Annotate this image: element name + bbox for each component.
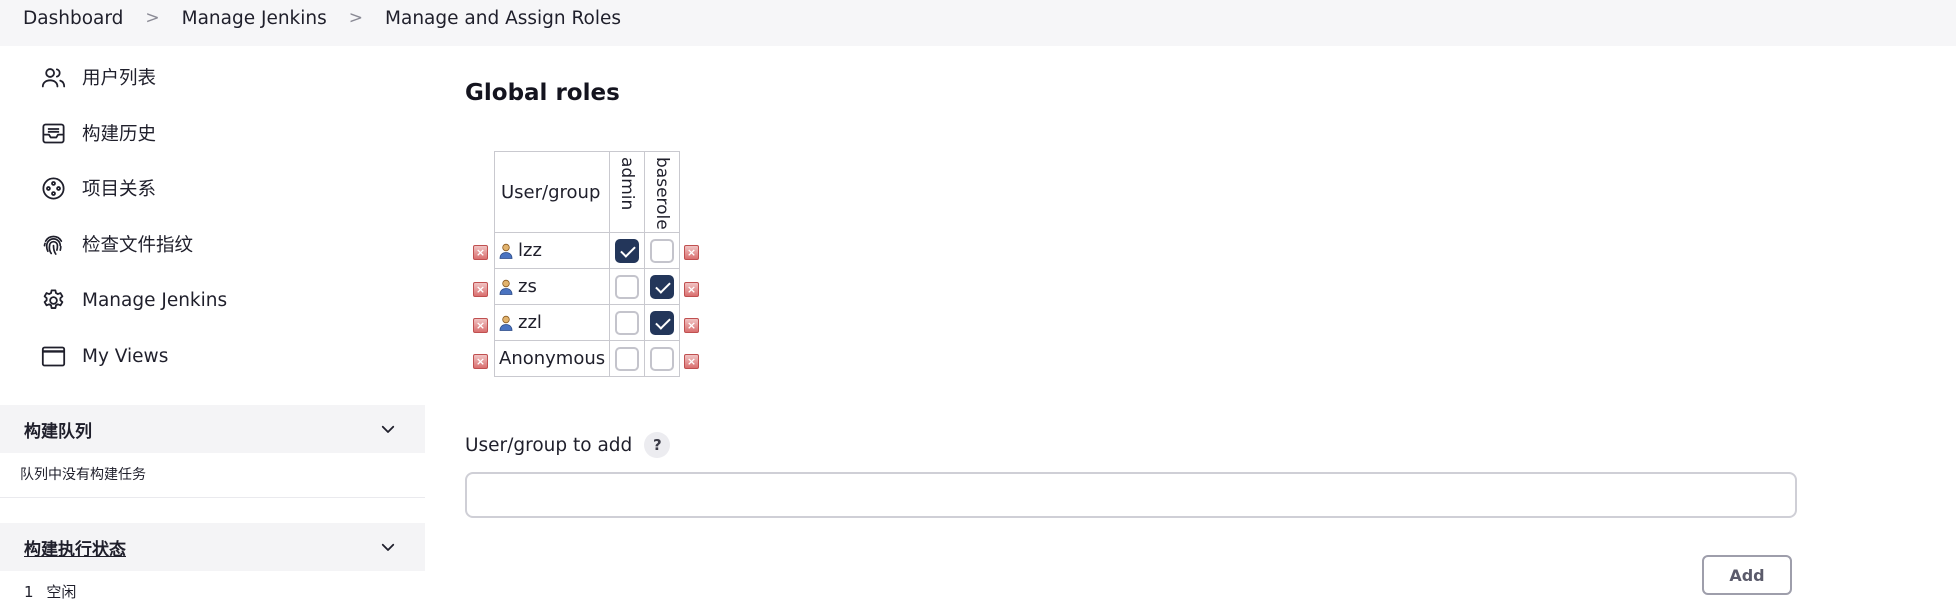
role-checkbox-cell [609,340,645,377]
table-row: Anonymous [494,340,680,377]
add-button[interactable]: Add [1702,555,1792,595]
role-checkbox-cell [609,268,645,305]
user-name: Anonymous [499,348,606,369]
gear-icon [43,288,64,309]
column-header-user-group: User/group [494,151,610,233]
sidebar-item-my-views[interactable]: My Views [40,336,168,376]
role-checkbox-cell [644,340,680,377]
delete-row-button[interactable]: × [684,245,699,260]
role-checkbox-cell [644,304,680,341]
breadcrumb-dashboard[interactable]: Dashboard [23,8,123,29]
user-name: lzz [518,240,542,261]
relationship-icon [42,176,65,200]
sidebar-item-label: 检查文件指纹 [82,235,194,256]
executor-number: 1 [24,583,34,601]
breadcrumb-manage-jenkins[interactable]: Manage Jenkins [182,8,327,29]
sidebar-item-relationship[interactable]: 项目关系 [40,168,156,208]
breadcrumb-bar: Dashboard > Manage Jenkins > Manage and … [0,0,1956,46]
sidebar-item-label: 构建历史 [82,124,157,145]
sidebar-item-label: 用户列表 [82,68,157,89]
role-checkbox[interactable] [615,274,639,299]
delete-row-button[interactable]: × [473,318,488,333]
chevron-down-icon[interactable] [379,538,397,556]
add-label-text: User/group to add [465,434,633,456]
sidebar-item-build-history[interactable]: 构建历史 [40,113,156,153]
delete-row-button[interactable]: × [473,245,488,260]
sidebar: 用户列表 构建历史 项目关系 检查文件指纹 Manage Jenkins My … [0,46,425,601]
role-checkbox[interactable] [650,274,674,299]
table-row: zs [494,268,680,305]
user-group-input[interactable] [465,472,1797,518]
column-header-role: admin [609,151,645,233]
executor-status-title[interactable]: 构建执行状态 [24,535,379,560]
sidebar-item-label: My Views [82,345,169,367]
add-user-group-label: User/group to add ? [465,432,671,458]
delete-row-button[interactable]: × [684,354,699,369]
role-checkbox-cell [609,304,645,341]
user-cell: zs [494,268,610,305]
sidebar-item-people[interactable]: 用户列表 [40,57,156,97]
role-checkbox[interactable] [615,310,639,335]
role-checkbox[interactable] [650,310,674,335]
build-queue-empty-text: 队列中没有构建任务 [20,467,146,483]
role-name-admin: admin [617,157,637,211]
user-cell: Anonymous [494,340,610,377]
breadcrumb-manage-assign-roles[interactable]: Manage and Assign Roles [385,8,621,29]
panel-divider [0,497,425,498]
people-icon [41,67,66,87]
delete-row-button[interactable]: × [684,282,699,297]
user-icon [499,315,513,331]
sidebar-item-manage-jenkins[interactable]: Manage Jenkins [40,280,227,320]
role-checkbox[interactable] [615,238,639,263]
sidebar-item-label: Manage Jenkins [82,289,228,311]
executor-status-header[interactable]: 构建执行状态 [0,523,425,571]
executor-line: 1 空闲 [24,581,76,602]
role-checkbox[interactable] [615,346,639,371]
build-queue-title: 构建队列 [24,421,92,442]
table-header-row: User/group admin baserole [494,151,680,233]
help-icon[interactable]: ? [644,432,671,458]
role-checkbox-cell [609,232,645,269]
column-header-role: baserole [644,151,680,233]
chevron-down-icon[interactable] [379,420,397,438]
user-icon [499,279,513,295]
sidebar-item-label: 项目关系 [82,179,157,200]
chevron-right-icon: > [145,8,160,28]
build-queue-header[interactable]: 构建队列 [0,405,425,453]
table-row: lzz [494,232,680,269]
user-name: zzl [518,312,542,333]
user-name: zs [518,276,537,297]
role-checkbox-cell [644,268,680,305]
delete-row-button[interactable]: × [473,354,488,369]
breadcrumb: Dashboard > Manage Jenkins > Manage and … [23,0,621,36]
user-icon [499,243,513,259]
table-row: zzl [494,304,680,341]
global-roles-table: User/group admin baserole lzz zs zzl Ano… [494,151,680,377]
delete-row-button[interactable]: × [684,318,699,333]
sidebar-item-fingerprint[interactable]: 检查文件指纹 [40,224,193,264]
executor-idle-text: 空闲 [46,583,77,601]
window-icon [41,346,66,366]
user-cell: lzz [494,232,610,269]
chevron-right-icon: > [348,8,364,28]
inbox-icon [42,123,65,143]
role-checkbox[interactable] [650,346,674,371]
role-name-baserole: baserole [652,157,672,230]
page-title: Global roles [465,80,620,106]
role-checkbox-cell [644,232,680,269]
user-cell: zzl [494,304,610,341]
delete-row-button[interactable]: × [473,282,488,297]
fingerprint-icon [43,235,63,255]
role-checkbox[interactable] [650,238,674,263]
